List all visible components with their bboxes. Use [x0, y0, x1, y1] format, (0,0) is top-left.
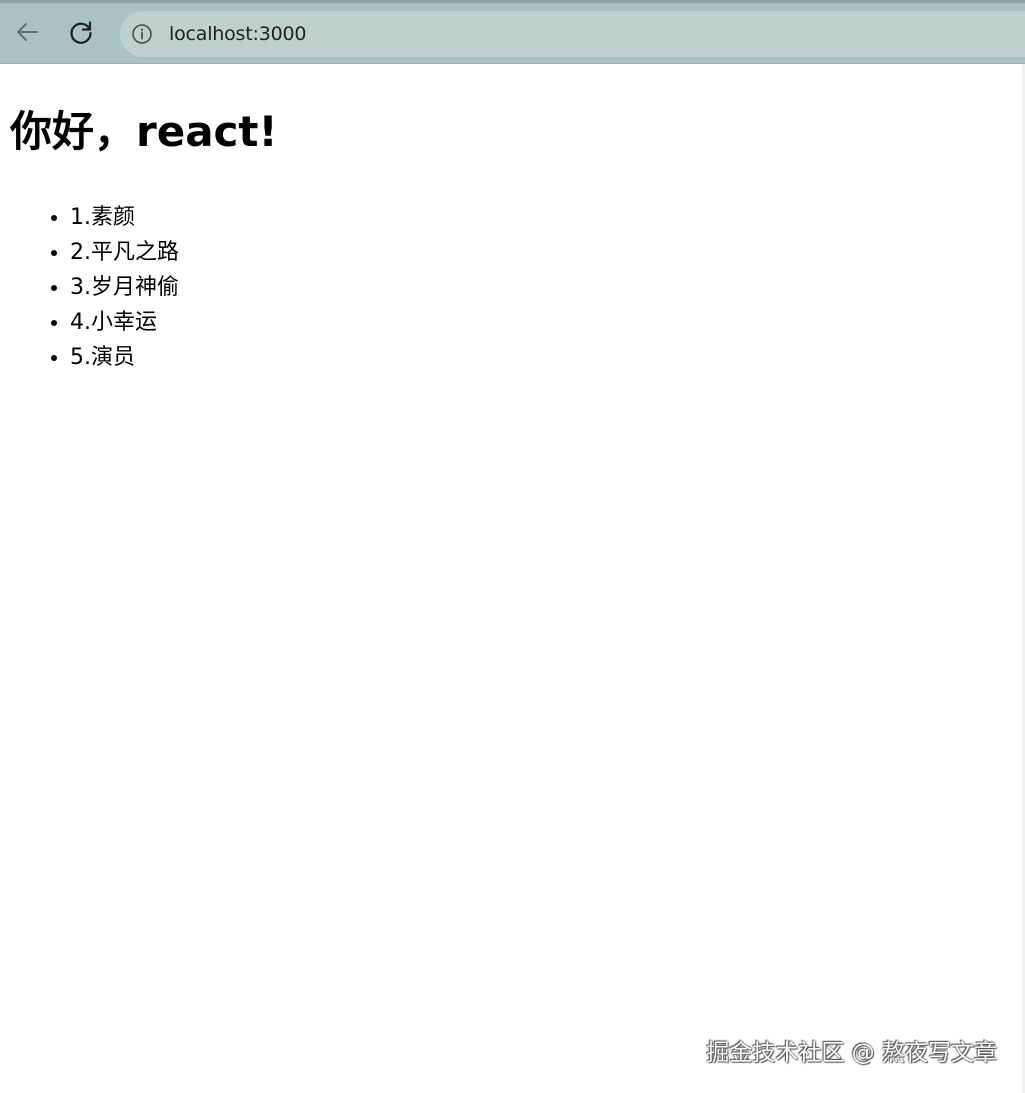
back-button[interactable]	[10, 15, 44, 49]
browser-toolbar: localhost:3000	[0, 0, 1025, 64]
address-bar[interactable]: localhost:3000	[120, 11, 1025, 57]
page-content: 你好，react! 1.素颜 2.平凡之路 3.岁月神偷 4.小幸运 5.演员	[0, 64, 1025, 1093]
arrow-left-icon	[17, 23, 38, 41]
info-circle-icon[interactable]	[131, 23, 153, 45]
list-item: 1.素颜	[70, 200, 179, 235]
list-item: 4.小幸运	[70, 305, 179, 340]
song-list: 1.素颜 2.平凡之路 3.岁月神偷 4.小幸运 5.演员	[0, 200, 179, 375]
reload-button[interactable]	[64, 15, 98, 49]
page-title: 你好，react!	[10, 107, 278, 156]
list-item: 5.演员	[70, 340, 179, 375]
watermark: 掘金技术社区 @ 熬夜写文章	[706, 1040, 997, 1066]
list-item: 2.平凡之路	[70, 235, 179, 270]
url-text[interactable]: localhost:3000	[169, 23, 306, 45]
list-item: 3.岁月神偷	[70, 270, 179, 305]
reload-icon	[70, 21, 92, 44]
